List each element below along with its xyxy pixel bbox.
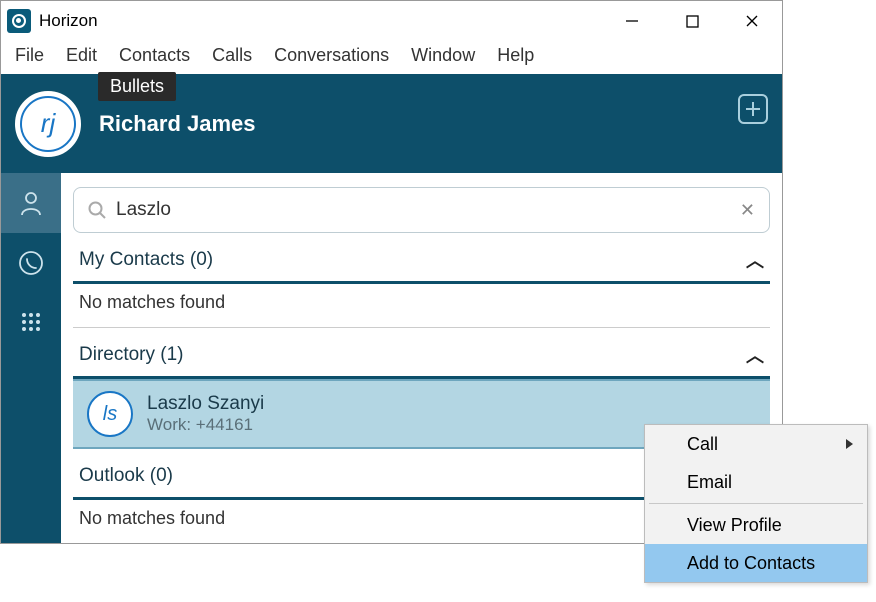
profile-header: Bullets rj Richard James — [1, 74, 782, 173]
titlebar: Horizon — [1, 1, 782, 41]
context-menu: Call Email View Profile Add to Contacts — [644, 424, 868, 583]
menu-window[interactable]: Window — [411, 45, 475, 66]
close-button[interactable] — [722, 1, 782, 41]
menu-contacts[interactable]: Contacts — [119, 45, 190, 66]
ctx-call[interactable]: Call — [645, 425, 867, 463]
contact-name: Laszlo Szanyi — [147, 393, 264, 415]
app-title: Horizon — [39, 11, 602, 31]
ctx-email[interactable]: Email — [645, 463, 867, 501]
minimize-button[interactable] — [602, 1, 662, 41]
contact-avatar: ls — [87, 391, 133, 437]
user-name: Richard James — [99, 111, 256, 137]
avatar-initials: rj — [41, 108, 55, 139]
sidebar-history-icon[interactable] — [1, 233, 61, 293]
contact-info: Laszlo Szanyi Work: +44161 — [147, 393, 264, 435]
menu-edit[interactable]: Edit — [66, 45, 97, 66]
menubar: File Edit Contacts Calls Conversations W… — [1, 41, 782, 74]
menu-conversations[interactable]: Conversations — [274, 45, 389, 66]
section-title: Directory (1) — [79, 344, 184, 366]
section-title: Outlook (0) — [79, 465, 173, 487]
search-input[interactable] — [116, 199, 730, 221]
ctx-view-profile[interactable]: View Profile — [645, 506, 867, 544]
clear-icon[interactable]: ✕ — [740, 200, 755, 221]
sidebar-contacts-icon[interactable] — [1, 173, 61, 233]
menu-file[interactable]: File — [15, 45, 44, 66]
section-directory[interactable]: Directory (1) ︿ — [73, 328, 770, 376]
bullets-tooltip: Bullets — [98, 72, 176, 101]
contact-detail: Work: +44161 — [147, 415, 264, 435]
add-button[interactable] — [738, 94, 768, 124]
section-my-contacts[interactable]: My Contacts (0) ︿ — [73, 233, 770, 281]
menu-calls[interactable]: Calls — [212, 45, 252, 66]
no-matches-text: No matches found — [73, 284, 770, 328]
separator — [649, 503, 863, 504]
sidebar-dialpad-icon[interactable] — [1, 293, 61, 353]
search-box[interactable]: ✕ — [73, 187, 770, 233]
window-controls — [602, 1, 782, 41]
section-title: My Contacts (0) — [79, 249, 213, 271]
menu-help[interactable]: Help — [497, 45, 534, 66]
sidebar — [1, 173, 61, 543]
user-avatar[interactable]: rj — [15, 91, 81, 157]
search-icon — [88, 201, 106, 219]
maximize-button[interactable] — [662, 1, 722, 41]
avatar-initials: ls — [103, 403, 117, 426]
chevron-up-icon: ︿ — [746, 247, 764, 273]
ctx-add-to-contacts[interactable]: Add to Contacts — [645, 544, 867, 582]
app-icon — [7, 9, 31, 33]
chevron-up-icon: ︿ — [746, 342, 764, 368]
